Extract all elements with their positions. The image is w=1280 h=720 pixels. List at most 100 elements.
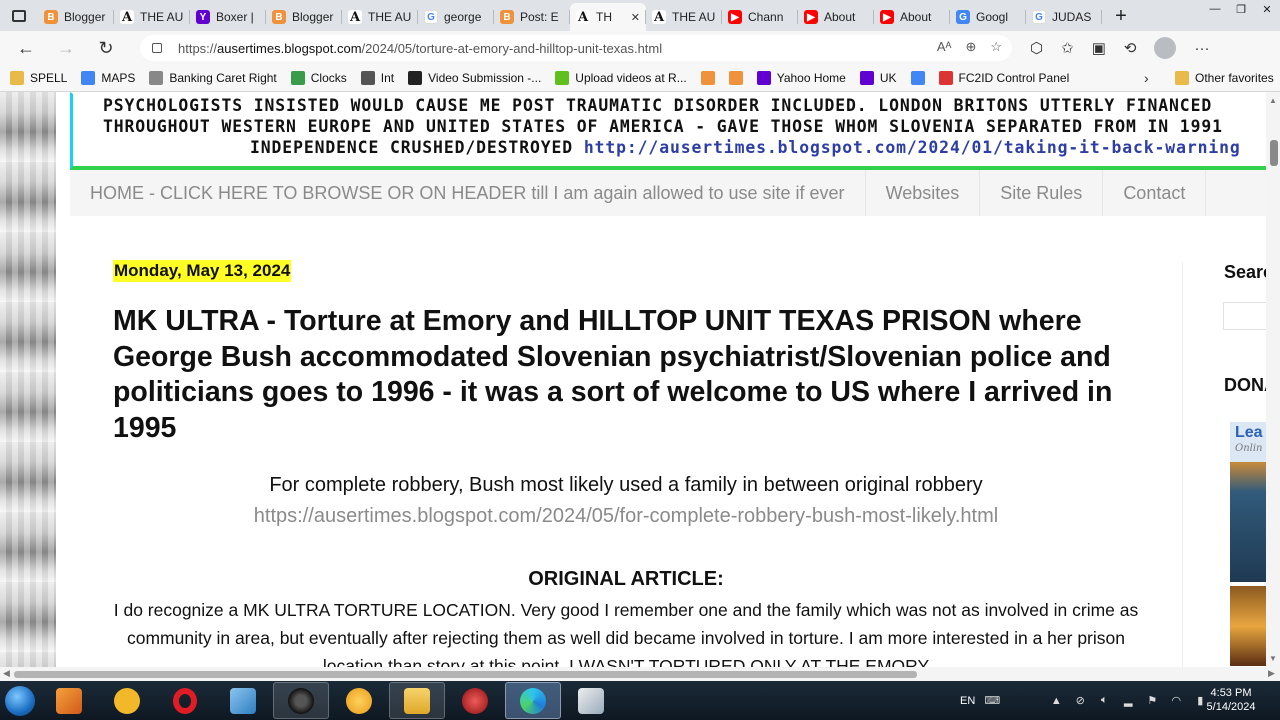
tab-strip: B Blogger A THE AU Y Boxer | B Blogger A THE AU Gg… xyxy=(0,0,1280,31)
favorite-item-0[interactable]: SPELL xyxy=(10,71,67,85)
signal-icon[interactable]: ▂ xyxy=(1121,694,1135,708)
favorites-icon[interactable]: ✩ xyxy=(1061,39,1074,57)
menu-site-rules[interactable]: Site Rules xyxy=(980,170,1104,216)
menu-home[interactable]: HOME - CLICK HERE TO BROWSE OR ON HEADER… xyxy=(70,170,866,216)
clock[interactable]: 4:53 PM 5/14/2024 xyxy=(1196,686,1266,714)
favorite-label: FC2ID Control Panel xyxy=(958,71,1070,85)
scroll-up-icon[interactable]: ▲ xyxy=(1269,96,1277,105)
menu-websites[interactable]: Websites xyxy=(866,170,981,216)
header-banner[interactable]: PSYCHOLOGISTS INSISTED WOULD CAUSE ME PO… xyxy=(70,92,1266,170)
hscroll-thumb[interactable] xyxy=(14,671,917,678)
tab-2[interactable]: Y Boxer | xyxy=(190,3,266,31)
tab-label: About xyxy=(900,10,932,24)
banner-link[interactable]: http://ausertimes.blogspot.com/2024/01/t… xyxy=(584,138,1241,157)
taskbar-media-icon[interactable] xyxy=(41,682,97,719)
scroll-down-icon[interactable]: ▼ xyxy=(1269,654,1277,663)
favorite-item-7[interactable] xyxy=(700,71,715,85)
favorite-item-1[interactable]: MAPS xyxy=(81,71,135,85)
profile-avatar[interactable] xyxy=(1154,37,1177,59)
favorite-item-4[interactable]: Int xyxy=(360,71,394,85)
tab-9[interactable]: ▶ Chann xyxy=(722,3,798,31)
taskbar-app-icon[interactable] xyxy=(331,682,387,719)
history-icon[interactable]: ⟲ xyxy=(1124,39,1137,57)
keyboard-icon[interactable]: ⌨ xyxy=(984,694,1000,708)
tab-actions-icon[interactable] xyxy=(0,0,38,31)
blogger-icon xyxy=(728,71,743,85)
tab-8[interactable]: A THE AU xyxy=(646,3,722,31)
yahoo-icon: Y xyxy=(196,10,210,24)
tab-12[interactable]: G Googl xyxy=(950,3,1026,31)
tab-5[interactable]: Ggeorge xyxy=(418,3,494,31)
add-favorite-icon[interactable]: ☆ xyxy=(990,39,1002,55)
zoom-icon[interactable]: ⊕ xyxy=(965,39,976,55)
favorite-item-5[interactable]: Video Submission -... xyxy=(408,71,541,85)
restore-button[interactable]: ❐ xyxy=(1228,0,1254,18)
tab-6[interactable]: B Post: E xyxy=(494,3,570,31)
favorite-label: Upload videos at R... xyxy=(575,71,687,85)
favorite-item-8[interactable] xyxy=(728,71,743,85)
menu-contact[interactable]: Contact xyxy=(1103,170,1207,216)
google-icon: G xyxy=(1032,10,1046,24)
tab-0[interactable]: B Blogger xyxy=(38,3,114,31)
a-logo-icon: A xyxy=(120,9,134,25)
favorite-item-6[interactable]: Upload videos at R... xyxy=(555,71,687,85)
taskbar-obs-icon[interactable] xyxy=(273,682,329,719)
wifi-icon[interactable]: ◠ xyxy=(1169,694,1183,708)
favorite-item-3[interactable]: Clocks xyxy=(290,71,347,85)
other-favorites-folder[interactable]: Other favorites xyxy=(1175,71,1274,85)
more-menu-icon[interactable]: ··· xyxy=(1194,40,1209,57)
flag-icon[interactable]: ⚑ xyxy=(1145,694,1159,708)
url-field[interactable]: https://ausertimes.blogspot.com/2024/05/… xyxy=(140,35,1012,61)
sidebar-ad-image[interactable]: Lea Onlin xyxy=(1230,422,1270,582)
taskbar-edge-icon[interactable] xyxy=(505,682,561,719)
show-hidden-icon[interactable]: ▲ xyxy=(1049,694,1063,708)
taskbar-paint-icon[interactable] xyxy=(563,682,619,719)
lock-icon[interactable] xyxy=(152,43,162,53)
a-logo-icon: A xyxy=(652,9,666,25)
window-controls: — ❐ ✕ xyxy=(1202,0,1280,18)
new-tab-button[interactable]: + xyxy=(1108,3,1134,29)
forward-button[interactable]: → xyxy=(46,31,86,65)
collections-icon[interactable]: ▣ xyxy=(1092,39,1106,57)
favorite-item-9[interactable]: Yahoo Home xyxy=(756,71,846,85)
volume-icon[interactable]: 🔈︎ xyxy=(1097,694,1111,708)
minimize-button[interactable]: — xyxy=(1202,0,1228,18)
favorite-item-10[interactable]: UK xyxy=(859,71,897,85)
intro-link[interactable]: https://ausertimes.blogspot.com/2024/05/… xyxy=(113,505,1139,528)
blogger-icon: B xyxy=(500,10,514,24)
taskbar-network-icon[interactable] xyxy=(215,682,271,719)
refresh-button[interactable]: ↻ xyxy=(86,31,126,65)
scroll-left-icon[interactable]: ◀ xyxy=(3,668,10,679)
taskbar-uc-icon[interactable] xyxy=(99,682,155,719)
close-tab-icon[interactable]: ✕ xyxy=(631,11,640,24)
chevron-right-icon[interactable]: › xyxy=(1144,70,1149,86)
read-aloud-icon[interactable]: Aᴬ xyxy=(937,39,952,55)
taskbar-opera-icon[interactable] xyxy=(157,682,213,719)
tab-4[interactable]: A THE AU xyxy=(342,3,418,31)
tab-10[interactable]: ▶ About xyxy=(798,3,874,31)
scroll-thumb[interactable] xyxy=(1270,140,1278,166)
youtube-icon: ▶ xyxy=(804,10,818,24)
tab-label: THE AU xyxy=(672,10,716,24)
shield-icon[interactable]: ⊘ xyxy=(1073,694,1087,708)
sidebar-ad-image-2[interactable] xyxy=(1230,586,1270,666)
tab-3[interactable]: B Blogger xyxy=(266,3,342,31)
tab-11[interactable]: ▶ About xyxy=(874,3,950,31)
favorite-item-12[interactable]: FC2ID Control Panel xyxy=(938,71,1070,85)
tab-13[interactable]: G JUDAS xyxy=(1026,3,1102,31)
taskbar-explorer-icon[interactable] xyxy=(389,682,445,719)
favorite-item-2[interactable]: Banking Caret Right xyxy=(149,71,277,85)
vertical-scrollbar[interactable]: ▲ ▼ xyxy=(1266,92,1280,667)
taskbar-recorder-icon[interactable] xyxy=(447,682,503,719)
extensions-icon[interactable]: ⬡ xyxy=(1030,39,1043,57)
language-indicator[interactable]: EN xyxy=(960,695,975,707)
google-icon: G xyxy=(424,10,438,24)
scroll-right-icon[interactable]: ▶ xyxy=(1268,668,1275,679)
tab-1[interactable]: A THE AU xyxy=(114,3,190,31)
start-button[interactable] xyxy=(0,681,40,720)
favorite-item-11[interactable] xyxy=(910,71,925,85)
close-window-button[interactable]: ✕ xyxy=(1254,0,1280,18)
horizontal-scrollbar[interactable]: ◀ ▶ xyxy=(0,667,1280,681)
tab-7[interactable]: A TH ✕ xyxy=(570,3,646,31)
back-button[interactable]: ← xyxy=(6,31,46,65)
